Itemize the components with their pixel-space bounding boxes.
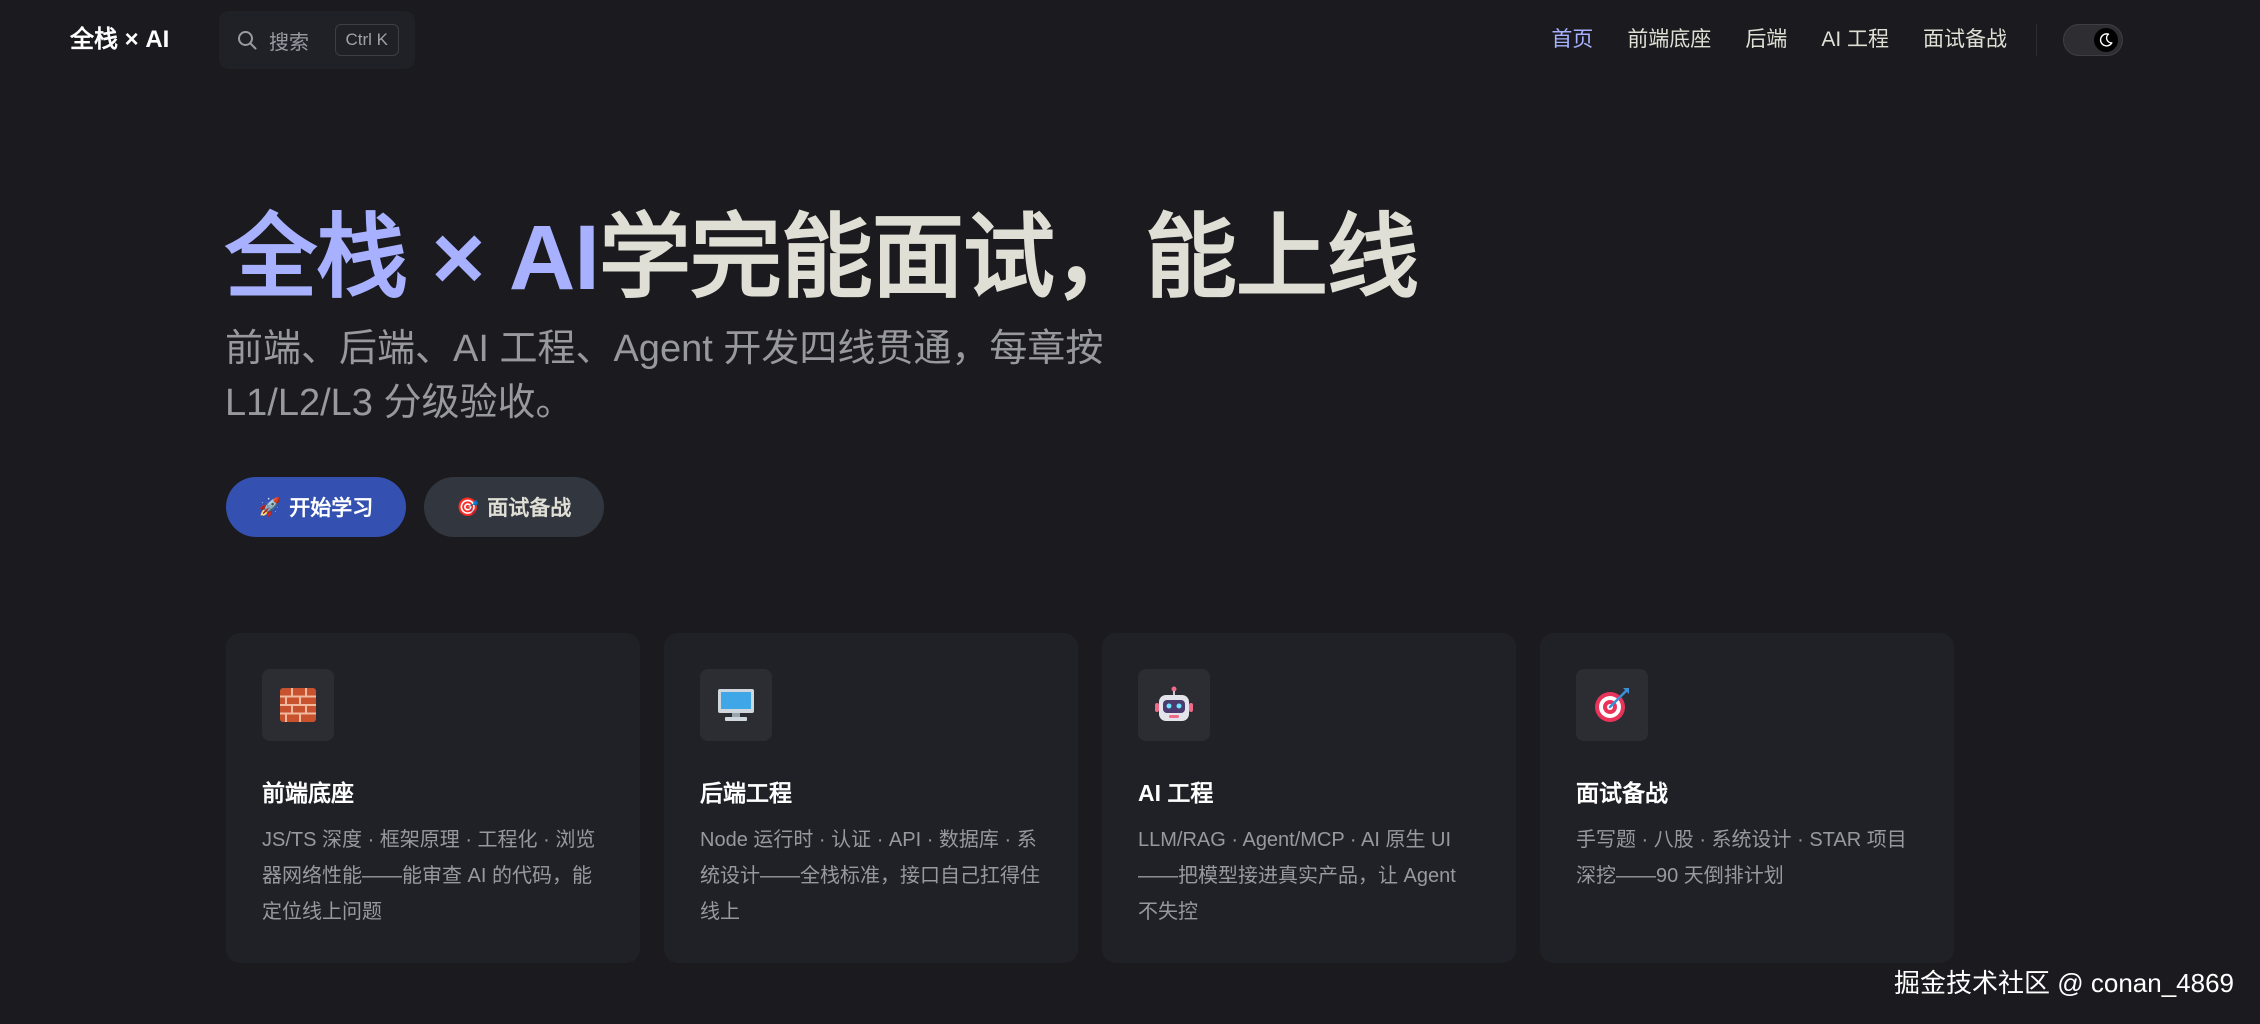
feature-card-interview[interactable]: 面试备战 手写题 · 八股 · 系统设计 · STAR 项目深挖——90 天倒排… [1540,633,1954,963]
feature-title: 前端底座 [262,780,354,806]
start-learning-label: 开始学习 [289,497,374,520]
feature-title: AI 工程 [1138,780,1214,806]
nav-link-backend[interactable]: 后端 [1745,22,1787,58]
feature-description: LLM/RAG · Agent/MCP · AI 原生 UI——把模型接进真实产… [1138,829,1456,923]
nav-link-home[interactable]: 首页 [1551,22,1593,58]
watermark: 掘金技术社区 @ conan_4869 [1894,968,2234,998]
hero-title-text: 学完能面试，能上线 [598,207,1419,309]
nav-menu: 首页 前端底座 后端 AI 工程 面试备战 [1551,22,2007,58]
target-icon [1576,669,1648,741]
hero-title-accent: 全栈 × AI [225,207,600,309]
nav-link-frontend[interactable]: 前端底座 [1627,22,1711,58]
feature-card-frontend[interactable]: 前端底座 JS/TS 深度 · 框架原理 · 工程化 · 浏览器网络性能——能审… [226,633,640,963]
interview-prep-label: 面试备战 [487,497,572,520]
feature-card-backend[interactable]: 后端工程 Node 运行时 · 认证 · API · 数据库 · 系统设计——全… [664,633,1078,963]
start-learning-button[interactable]: 🚀 开始学习 [226,477,406,537]
search-placeholder: 搜索 [269,31,309,54]
feature-description: Node 运行时 · 认证 · API · 数据库 · 系统设计——全栈标准，接… [700,829,1040,923]
feature-description: JS/TS 深度 · 框架原理 · 工程化 · 浏览器网络性能——能审查 AI … [262,829,596,923]
feature-title: 后端工程 [700,780,792,806]
rocket-icon: 🚀 [258,496,282,518]
top-navbar: 全栈 × AI 搜索 Ctrl K 首页 前端底座 后端 AI 工程 面试备战 [0,0,2260,80]
moon-icon [2094,28,2118,52]
robot-icon [1138,669,1210,741]
interview-prep-button[interactable]: 🎯 面试备战 [424,477,604,537]
nav-link-ai-engineering[interactable]: AI 工程 [1821,22,1889,58]
feature-card-ai-engineering[interactable]: AI 工程 LLM/RAG · Agent/MCP · AI 原生 UI——把模… [1102,633,1516,963]
brick-icon [262,669,334,741]
nav-link-interview[interactable]: 面试备战 [1923,22,2007,58]
search-shortcut-hint: Ctrl K [334,24,399,56]
search-icon [237,30,257,50]
desktop-computer-icon [700,669,772,741]
feature-description: 手写题 · 八股 · 系统设计 · STAR 项目深挖——90 天倒排计划 [1576,829,1907,887]
search-button[interactable]: 搜索 Ctrl K [219,11,415,69]
target-icon: 🎯 [456,496,480,518]
hero-title: 全栈 × AI学完能面试，能上线 [225,200,1419,316]
site-title[interactable]: 全栈 × AI [70,22,169,58]
hero-tagline: 前端、后端、AI 工程、Agent 开发四线贯通，每章按 L1/L2/L3 分级… [225,328,1104,424]
feature-title: 面试备战 [1576,780,1668,806]
dark-mode-toggle[interactable] [2063,24,2123,56]
nav-divider [2036,24,2037,56]
